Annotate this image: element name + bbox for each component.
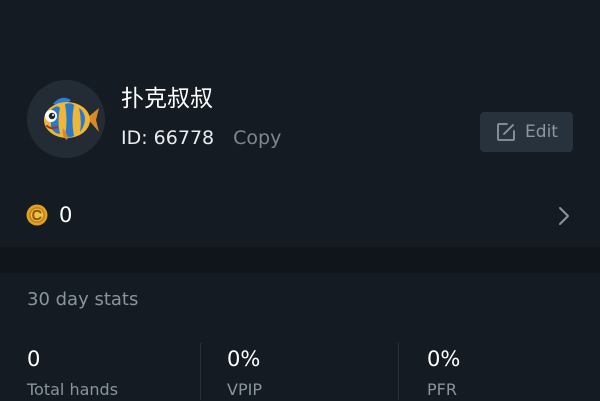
stats-section: 30 day stats 0 Total hands 0% VPIP 0% PF… <box>0 273 600 400</box>
stat-vpip: 0% VPIP <box>227 341 397 401</box>
stat-pfr: 0% PFR <box>427 341 587 401</box>
fish-avatar-icon <box>27 80 105 158</box>
user-id: ID: 66778 <box>121 127 215 149</box>
stat-label: Total hands <box>27 380 119 399</box>
edit-icon <box>495 121 517 143</box>
stats-title: 30 day stats <box>27 289 139 310</box>
stat-value: 0% <box>227 347 261 371</box>
stat-separator <box>200 343 201 400</box>
stat-total-hands: 0 Total hands <box>27 341 197 401</box>
coin-icon <box>26 204 48 226</box>
chevron-right-icon <box>556 205 574 227</box>
stat-separator <box>398 343 399 400</box>
top-bar <box>0 0 600 60</box>
profile-card: 扑克叔叔 ID: 66778 Copy Edit <box>0 60 600 185</box>
stat-value: 0 <box>27 347 41 371</box>
stat-label: PFR <box>427 380 457 399</box>
coin-balance: 0 <box>59 203 73 227</box>
edit-label: Edit <box>525 122 558 142</box>
edit-profile-button[interactable]: Edit <box>480 112 573 152</box>
stat-label: VPIP <box>227 380 262 399</box>
copy-id-button[interactable]: Copy <box>233 127 281 149</box>
user-id-row: ID: 66778 Copy <box>121 124 281 152</box>
stat-value: 0% <box>427 347 461 371</box>
coin-balance-row[interactable]: 0 <box>0 185 600 247</box>
avatar[interactable] <box>27 80 105 158</box>
section-divider <box>0 247 600 273</box>
user-nickname: 扑克叔叔 <box>121 86 213 112</box>
